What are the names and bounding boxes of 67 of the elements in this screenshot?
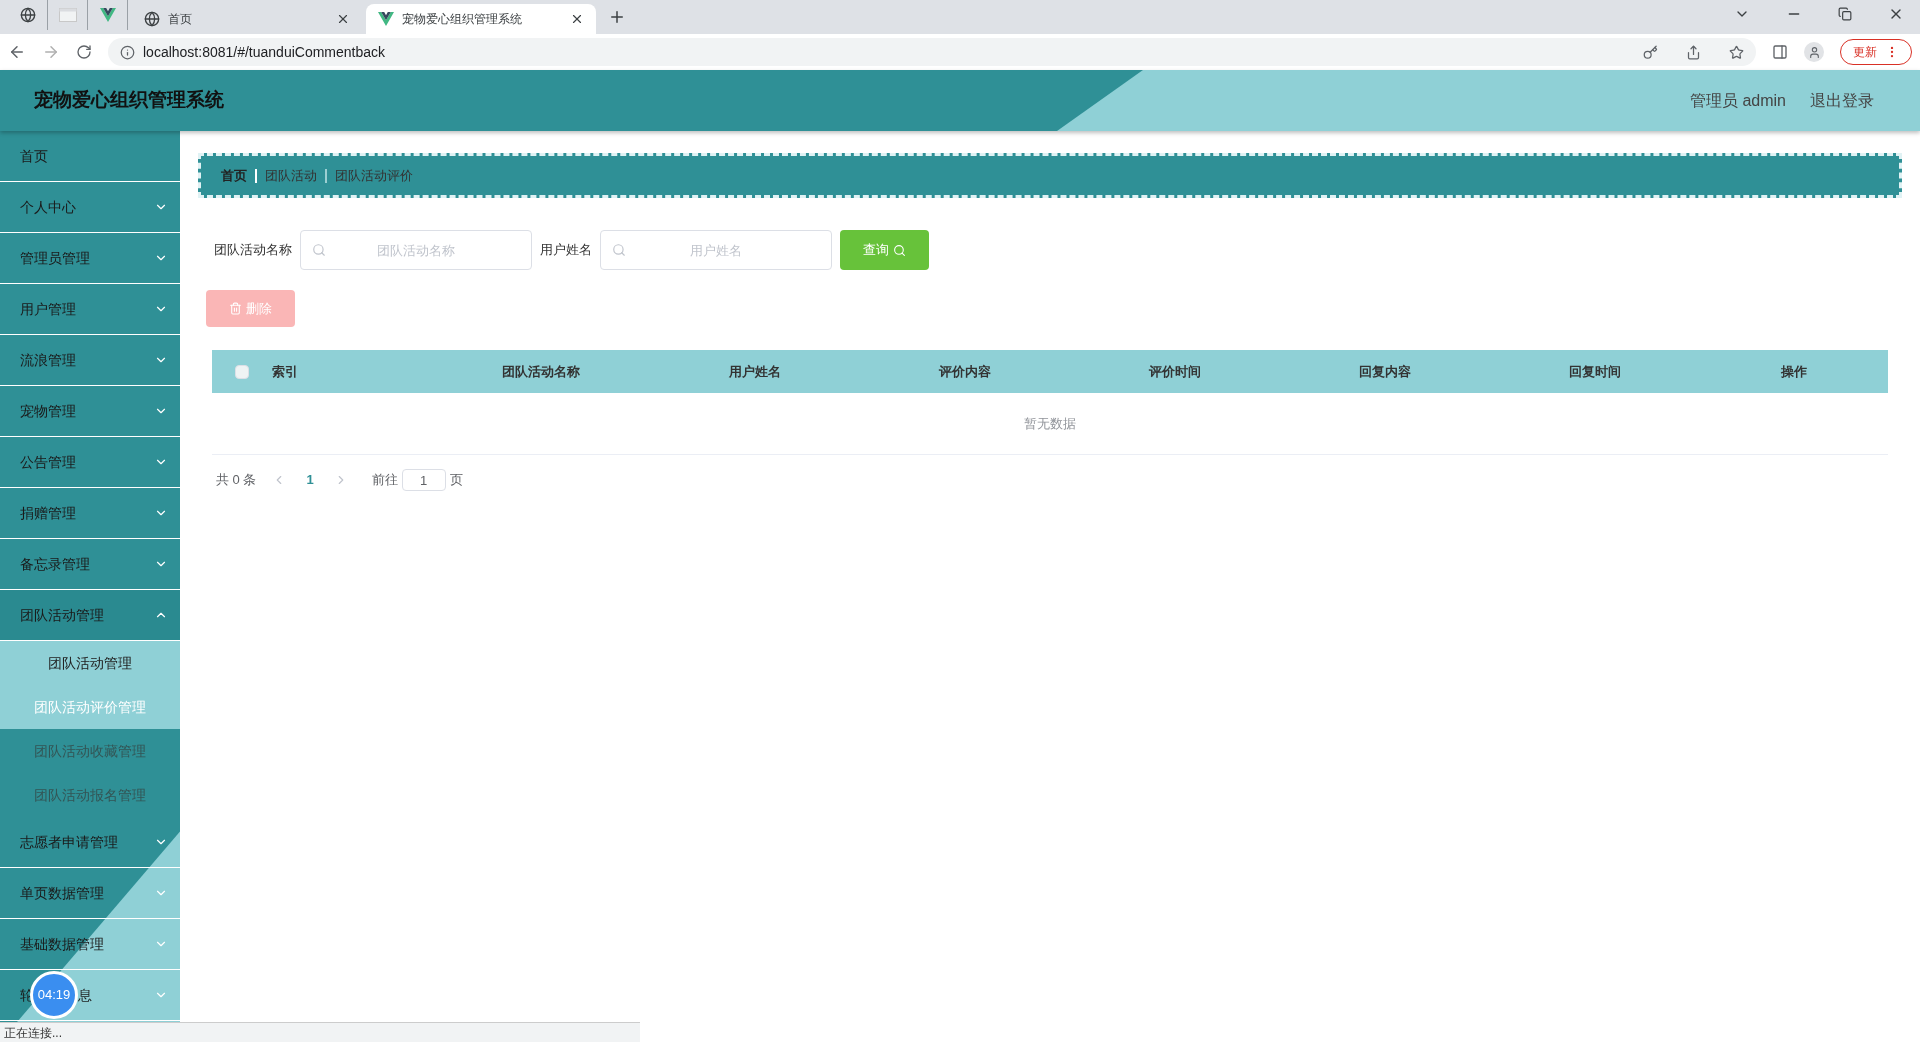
column-header: 回复内容: [1359, 363, 1411, 379]
url-text: localhost:8081/#/tuanduiCommentback: [143, 42, 387, 62]
address-bar[interactable]: localhost:8081/#/tuanduiCommentback: [108, 38, 1756, 66]
submenu-item[interactable]: 团队活动管理: [0, 641, 180, 685]
menu-label: 备忘录管理: [20, 554, 90, 574]
menu-label: 管理员管理: [20, 248, 90, 268]
profile-avatar[interactable]: [1804, 42, 1824, 62]
trash-icon: [229, 302, 242, 315]
v-logo-icon: [378, 12, 394, 26]
side-panel-icon[interactable]: [1772, 44, 1788, 60]
menu-label: 公告管理: [20, 452, 76, 472]
restore-icon[interactable]: [1838, 7, 1852, 21]
menu-label: 宠物管理: [20, 401, 76, 421]
page-number[interactable]: 1: [306, 470, 314, 490]
field-label: 团队活动名称: [214, 241, 292, 260]
key-icon[interactable]: [1643, 44, 1658, 60]
total-count: 共 0 条: [216, 471, 257, 490]
logout-link[interactable]: 退出登录: [1810, 88, 1874, 113]
reload-icon[interactable]: [76, 44, 92, 60]
select-all-checkbox[interactable]: [235, 364, 249, 379]
menu-label: 志愿者申请管理: [20, 832, 118, 852]
tab-title: 宠物爱心组织管理系统: [402, 11, 523, 28]
column-header: 团队活动名称: [502, 363, 580, 379]
close-icon[interactable]: [570, 12, 584, 26]
globe-icon: [19, 7, 36, 23]
field-label: 用户姓名: [540, 241, 592, 260]
column-header: 用户姓名: [729, 363, 781, 379]
search-field[interactable]: 用户姓名: [600, 230, 832, 270]
search-field[interactable]: 团队活动名称: [300, 230, 532, 270]
column-header: 回复时间: [1569, 363, 1621, 379]
column-header: 操作: [1781, 363, 1807, 379]
menu-label: 用户管理: [20, 299, 76, 319]
v-logo-icon: [99, 8, 116, 22]
back-icon[interactable]: [8, 43, 26, 61]
column-header: 评价内容: [939, 363, 991, 379]
close-icon[interactable]: [336, 12, 350, 26]
bookmark-icon[interactable]: [1729, 44, 1744, 60]
info-icon: [120, 44, 135, 60]
menu-label: 息: [78, 985, 92, 1005]
breadcrumb-link[interactable]: 团队活动评价: [335, 165, 413, 186]
browser-tab[interactable]: 首页: [132, 4, 362, 34]
page-icon: [58, 8, 77, 22]
app-title: 宠物爱心组织管理系统: [34, 88, 224, 113]
breadcrumb-link[interactable]: 首页: [221, 165, 247, 186]
search-icon: [312, 243, 326, 257]
column-header: 索引: [272, 363, 298, 379]
menu-label: 个人中心: [20, 197, 76, 217]
browser-tab[interactable]: 宠物爱心组织管理系统: [366, 4, 596, 34]
column-header: 评价时间: [1149, 363, 1201, 379]
globe-icon: [144, 11, 160, 27]
tab-title: 首页: [168, 11, 193, 28]
goto-label: 前往: [371, 471, 398, 490]
breadcrumb-link[interactable]: 团队活动: [265, 165, 317, 186]
user-label: 管理员 admin: [1689, 90, 1786, 111]
empty-text: 暂无数据: [1024, 414, 1076, 433]
page-input[interactable]: 1: [401, 469, 446, 491]
new-tab-icon[interactable]: [608, 8, 626, 26]
menu-label: 团队活动管理: [20, 605, 104, 625]
menu-label: 首页: [20, 146, 48, 166]
search-icon: [612, 243, 626, 257]
menu-label: 单页数据管理: [20, 883, 104, 903]
menu-label: 流浪管理: [20, 350, 76, 370]
page-suffix: 页: [449, 471, 463, 490]
status-bar: 正在连接...: [0, 1022, 640, 1042]
menu-label: 捐赠管理: [20, 503, 76, 523]
share-icon[interactable]: [1686, 44, 1701, 60]
search-icon: [893, 243, 906, 257]
